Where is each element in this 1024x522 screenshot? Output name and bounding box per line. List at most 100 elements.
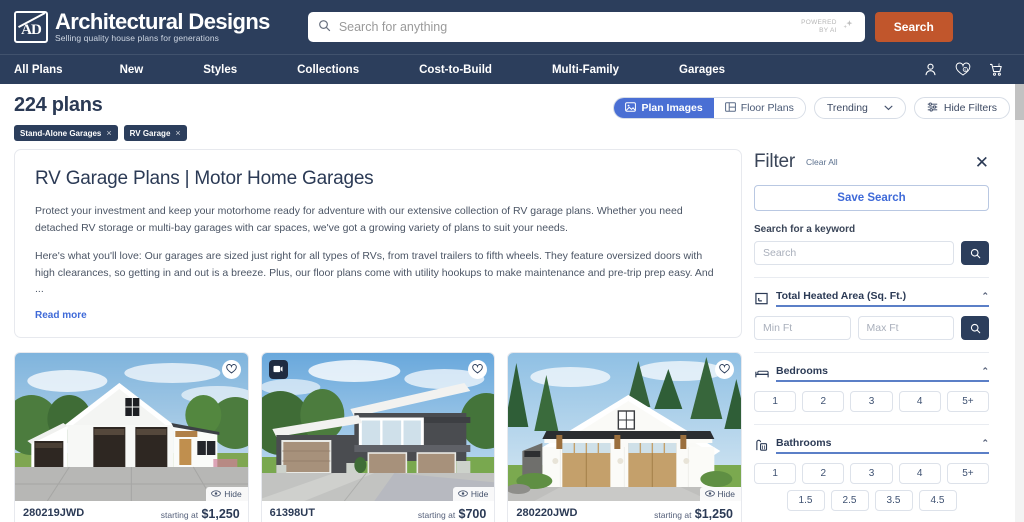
plan-thumbnail[interactable]: Hide [15, 352, 248, 501]
plan-card-grid: Hide 280219JWD Plan Number starting at $… [14, 351, 743, 522]
nav-item-multi-family[interactable]: Multi-Family [552, 64, 619, 76]
min-sqft-input[interactable] [754, 316, 851, 340]
price-value: $1,250 [694, 506, 734, 521]
hide-plan-button[interactable]: Hide [699, 486, 742, 501]
floor-plans-icon [724, 101, 736, 115]
content-area: RV Garage Plans | Motor Home Garages Pro… [0, 141, 1024, 522]
max-sqft-input[interactable] [857, 316, 954, 340]
chip-remove-icon[interactable]: × [175, 128, 180, 138]
brand-logo[interactable]: AD Architectural Designs Selling quality… [14, 10, 270, 44]
scrollbar-thumb[interactable] [1015, 84, 1024, 120]
page-scrollbar[interactable] [1015, 84, 1024, 522]
video-badge-icon[interactable] [268, 359, 288, 379]
plan-card[interactable]: Hide 280219JWD Plan Number starting at $… [14, 351, 249, 522]
bedroom-option-2[interactable]: 2 [802, 391, 845, 412]
price-prefix: starting at [654, 509, 692, 520]
search-input[interactable] [338, 20, 802, 34]
brand-name: Architectural Designs [55, 8, 270, 34]
bathroom-option-1-5[interactable]: 1.5 [786, 490, 825, 511]
brand-tagline: Selling quality house plans for generati… [55, 33, 220, 44]
save-search-button[interactable]: Save Search [754, 185, 989, 211]
chip-remove-icon[interactable]: × [106, 128, 111, 138]
keyword-filter-row [754, 241, 989, 265]
sort-value: Trending [826, 102, 868, 114]
price-prefix: starting at [160, 509, 199, 520]
nav-item-all-plans[interactable]: All Plans [14, 64, 63, 76]
sort-dropdown[interactable]: Trending [813, 97, 906, 119]
nav-item-cost-to-build[interactable]: Cost-to-Build [419, 64, 492, 76]
bedroom-option-5plus[interactable]: 5+ [946, 391, 990, 412]
eye-icon [458, 489, 468, 499]
hide-plan-button[interactable]: Hide [206, 486, 248, 501]
filter-title: Filter [754, 151, 796, 172]
filter-section-total-heated-area[interactable]: Total Heated Area (Sq. Ft.) ⌃ [754, 290, 989, 307]
filter-panel: Filter Clear All ✕ Save Search Search fo… [754, 141, 990, 511]
filter-header: Filter Clear All ✕ [754, 151, 989, 173]
price-prefix: starting at [417, 509, 456, 520]
hide-label: Hide [717, 488, 736, 499]
powered-line-2: BY AI [819, 27, 837, 34]
divider [754, 424, 989, 425]
plan-card[interactable]: Hide 61398UT Plan Number starting at $70… [260, 351, 496, 522]
plan-thumbnail[interactable]: Hide [261, 352, 495, 501]
bathroom-option-4[interactable]: 4 [898, 463, 941, 484]
plan-thumbnail[interactable]: Hide [508, 352, 742, 501]
area-range-row [754, 316, 989, 340]
close-icon[interactable]: ✕ [975, 154, 989, 171]
chevron-down-icon [884, 102, 893, 114]
bathroom-option-5plus[interactable]: 5+ [946, 463, 990, 484]
hide-label: Hide [470, 488, 489, 499]
favorites-icon[interactable]: 0 [955, 62, 971, 77]
keyword-search-button[interactable] [961, 241, 989, 265]
tab-floor-plans[interactable]: Floor Plans [713, 98, 805, 118]
hide-label: Hide [224, 488, 242, 499]
favorite-icon[interactable] [221, 359, 241, 379]
nav-item-new[interactable]: New [120, 64, 144, 76]
bathroom-option-1[interactable]: 1 [754, 463, 797, 484]
filter-chip-rv-garage[interactable]: RV Garage × [123, 125, 187, 141]
sliders-icon [927, 102, 938, 115]
bathroom-option-2-5[interactable]: 2.5 [830, 490, 869, 511]
chip-label: RV Garage [129, 128, 171, 138]
results-column: RV Garage Plans | Motor Home Garages Pro… [14, 141, 743, 522]
plan-price: starting at $700 [418, 507, 486, 521]
intro-paragraph-1: Protect your investment and keep your mo… [35, 205, 683, 234]
chevron-up-icon: ⌃ [981, 290, 989, 301]
bathroom-option-3-5[interactable]: 3.5 [874, 490, 913, 511]
keyword-search-input[interactable] [754, 241, 954, 265]
nav-item-collections[interactable]: Collections [297, 64, 359, 76]
filter-section-bedrooms[interactable]: Bedrooms ⌃ [754, 365, 989, 382]
account-icon[interactable] [923, 62, 938, 77]
bathroom-option-3[interactable]: 3 [850, 463, 893, 484]
favorite-icon[interactable] [715, 359, 735, 379]
hide-plan-button[interactable]: Hide [452, 486, 495, 501]
price-value: $700 [458, 506, 487, 521]
bedroom-option-1[interactable]: 1 [754, 391, 797, 412]
sparkle-icon [840, 18, 855, 36]
filter-chip-stand-alone-garages[interactable]: Stand-Alone Garages × [14, 125, 118, 141]
filter-section-bathrooms[interactable]: Bathrooms ⌃ [754, 437, 989, 454]
powered-by-ai: POWERED BY AI [801, 18, 855, 36]
read-more-link[interactable]: Read more [35, 310, 721, 321]
filter-section-title: Bathrooms [776, 437, 832, 449]
plan-card-meta: 61398UT Plan Number starting at $700 [262, 501, 495, 522]
plan-card[interactable]: Hide 280220JWD Plan Number starting at $… [507, 351, 743, 522]
area-search-button[interactable] [961, 316, 989, 340]
bathroom-option-2[interactable]: 2 [802, 463, 845, 484]
active-filter-chips: Stand-Alone Garages × RV Garage × [14, 125, 187, 141]
results-summary: 224 plans Stand-Alone Garages × RV Garag… [14, 94, 187, 141]
tab-plan-images[interactable]: Plan Images [614, 98, 714, 118]
bathroom-option-4-5[interactable]: 4.5 [918, 490, 957, 511]
nav-item-garages[interactable]: Garages [679, 64, 725, 76]
search-button[interactable]: Search [874, 12, 953, 42]
plan-card-meta: 280220JWD Plan Number starting at $1,250 [508, 501, 741, 522]
bedroom-option-4[interactable]: 4 [898, 391, 941, 412]
search-box[interactable]: POWERED BY AI [307, 12, 865, 42]
bedroom-option-3[interactable]: 3 [850, 391, 893, 412]
hide-filters-button[interactable]: Hide Filters [913, 97, 1010, 119]
bathroom-options: 1 2 3 4 5+ [754, 463, 990, 484]
clear-all-button[interactable]: Clear All [806, 157, 838, 167]
plan-number: 280219JWD [23, 506, 85, 519]
nav-item-styles[interactable]: Styles [203, 64, 237, 76]
cart-icon[interactable]: 0 [988, 62, 1004, 77]
